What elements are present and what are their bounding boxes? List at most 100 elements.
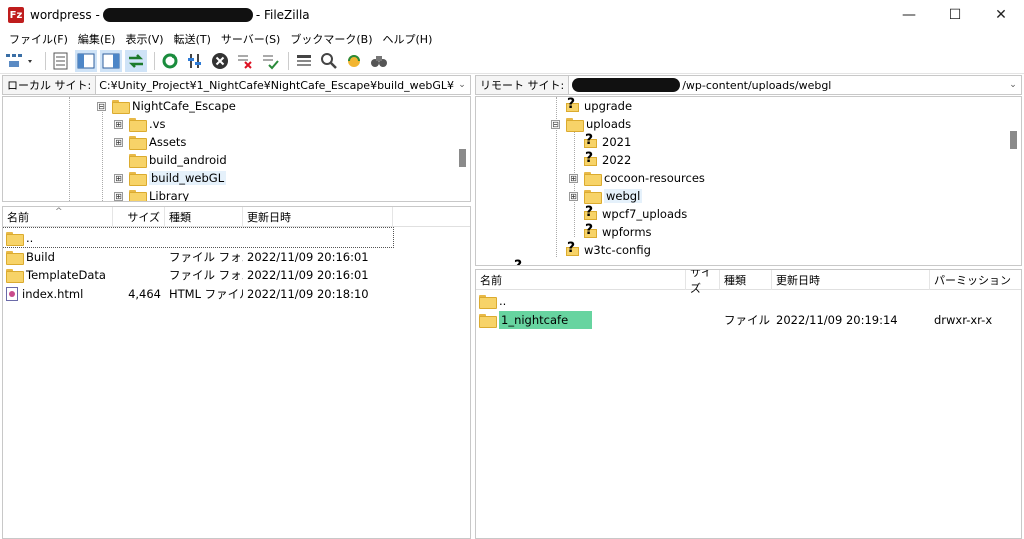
column-header-modified[interactable]: 更新日時 [772, 270, 930, 290]
cancel-operation-icon[interactable] [209, 50, 231, 72]
expand-icon[interactable]: ⊞ [114, 191, 123, 201]
tree-item-wpcf7-uploads[interactable]: ? wpcf7_uploads [582, 204, 687, 223]
local-site-dropdown-chevron-down-icon[interactable]: ⌄ [454, 76, 470, 94]
remote-site-bar: リモート サイト: /wp-content/uploads/webgl ⌄ [475, 75, 1022, 95]
local-file-list-header: 名前 ^ サイズ 種類 更新日時 [3, 207, 470, 227]
tree-item-webgl[interactable]: ⊞ webgl [569, 187, 643, 205]
unknown-folder-icon: ? [582, 204, 598, 221]
table-row[interactable]: .. [476, 291, 1021, 310]
file-name: TemplateData [26, 267, 106, 282]
column-header-modified[interactable]: 更新日時 [243, 207, 393, 227]
disconnect-icon[interactable] [234, 50, 256, 72]
refresh-icon[interactable] [159, 50, 181, 72]
redacted-remote-host [572, 78, 681, 92]
tree-item-label: w3tc-config [584, 243, 651, 257]
file-size [113, 247, 161, 266]
menu-bar: ファイル(F) 編集(E) 表示(V) 転送(T) サーバー(S) ブックマーク… [0, 30, 1024, 48]
table-row[interactable]: .. [3, 227, 394, 248]
file-permission: drwxr-xr-x [934, 312, 993, 327]
unknown-folder-icon: ? [564, 240, 580, 257]
menu-transfer[interactable]: 転送(T) [169, 31, 216, 47]
close-button[interactable]: ✕ [978, 0, 1024, 30]
local-directory-tree[interactable]: ⊟ NightCafe_Escape ⊞ .vs ⊞ Assets build_… [2, 96, 471, 202]
expand-icon[interactable]: ⊞ [114, 119, 123, 129]
column-header-permission[interactable]: パーミッション [930, 270, 1021, 290]
tree-item-cocoon-resources[interactable]: ⊞ cocoon-resources [569, 169, 705, 187]
menu-help[interactable]: ヘルプ(H) [378, 31, 438, 47]
tree-item-label: NightCafe_Escape [132, 99, 236, 113]
folder-icon [479, 294, 497, 309]
file-size [113, 265, 161, 284]
tree-item-vs[interactable]: ⊞ .vs [114, 115, 165, 133]
file-type: ファイル ... [724, 312, 772, 327]
tree-item-nightcafe-escape[interactable]: ⊟ NightCafe_Escape [97, 97, 236, 115]
column-header-size[interactable]: サイズ [686, 270, 720, 295]
menu-file[interactable]: ファイル(F) [4, 31, 73, 47]
tree-item-upgrade[interactable]: ? upgrade [564, 97, 632, 115]
file-name: .. [26, 230, 34, 245]
tree-item-2022[interactable]: ? 2022 [582, 150, 631, 169]
menu-edit[interactable]: 編集(E) [73, 31, 121, 47]
remote-site-path-suffix: /wp-content/uploads/webgl [682, 78, 832, 92]
local-tree-toggle-icon[interactable] [75, 49, 97, 72]
file-modified: 2022/11/09 20:16:01 [247, 249, 369, 264]
expand-icon[interactable]: ⊞ [569, 173, 578, 183]
search-remote-files-icon[interactable] [368, 50, 390, 72]
table-row[interactable]: 1_nightcafe ファイル ... 2022/11/09 20:19:14… [476, 310, 1021, 329]
table-row[interactable]: index.html 4,464 HTML ファイル 2022/11/09 20… [3, 284, 470, 303]
tree-item-assets[interactable]: ⊞ Assets [114, 133, 186, 151]
minimize-button[interactable]: — [886, 0, 932, 30]
compare-directories-icon[interactable] [318, 50, 340, 72]
folder-icon [566, 118, 584, 132]
tree-item-build-android[interactable]: build_android [114, 151, 227, 169]
window-title-prefix: wordpress - [30, 8, 100, 22]
tree-item-uploads[interactable]: ⊟ uploads [551, 115, 631, 133]
file-modified: 2022/11/09 20:18:10 [247, 286, 369, 301]
remote-site-path-input[interactable]: /wp-content/uploads/webgl [568, 76, 1005, 94]
column-header-type[interactable]: 種類 [720, 270, 772, 290]
toolbar-separator [45, 51, 46, 70]
site-manager-icon[interactable] [4, 50, 38, 72]
local-site-path-input[interactable]: C:¥Unity_Project¥1_NightCafe¥NightCafe_E… [95, 76, 454, 94]
process-queue-icon[interactable] [184, 50, 206, 72]
remote-site-dropdown-chevron-down-icon[interactable]: ⌄ [1005, 76, 1021, 94]
tree-item-label: uploads [586, 117, 632, 131]
menu-server[interactable]: サーバー(S) [216, 31, 285, 47]
toolbar-separator [288, 51, 289, 70]
tree-item-label: build_webGL [149, 171, 227, 185]
tree-item-w3tc-config[interactable]: ? w3tc-config [564, 240, 651, 259]
tree-item-label: Assets [149, 135, 187, 149]
reconnect-icon[interactable] [259, 50, 281, 72]
expand-icon[interactable]: ⊞ [114, 137, 123, 147]
window-title-suffix: - FileZilla [255, 8, 310, 22]
directory-listing-filter-icon[interactable] [293, 50, 315, 72]
column-header-size[interactable]: サイズ [113, 207, 165, 227]
tree-item-build-webgl[interactable]: ⊞ build_webGL [114, 169, 227, 187]
remote-tree-toggle-icon[interactable] [100, 49, 122, 72]
remote-tree-scrollbar-thumb[interactable] [1010, 131, 1017, 149]
synchronized-browsing-icon[interactable] [343, 50, 365, 72]
tree-item-wpforms[interactable]: ? wpforms [582, 222, 652, 241]
tree-item-partial[interactable]: ? [511, 258, 531, 265]
local-file-list[interactable]: 名前 ^ サイズ 種類 更新日時 .. Build ファイル フォル... 20… [2, 206, 471, 539]
menu-view[interactable]: 表示(V) [120, 31, 168, 47]
table-row[interactable]: TemplateData ファイル フォル... 2022/11/09 20:1… [3, 265, 470, 284]
tree-item-label: webgl [604, 189, 643, 203]
expand-icon[interactable]: ⊞ [114, 173, 123, 183]
remote-file-list[interactable]: 名前 サイズ 種類 更新日時 パーミッション .. 1_nightcafe ファ… [475, 269, 1022, 539]
unknown-folder-icon: ? [564, 97, 580, 113]
message-log-toggle-icon[interactable] [50, 50, 72, 72]
tree-item-library[interactable]: ⊞ Library [114, 187, 189, 201]
table-row[interactable]: Build ファイル フォル... 2022/11/09 20:16:01 [3, 247, 470, 266]
collapse-icon[interactable]: ⊟ [551, 119, 560, 129]
menu-bookmarks[interactable]: ブックマーク(B) [285, 31, 377, 47]
tree-item-2021[interactable]: ? 2021 [582, 132, 631, 151]
column-header-type[interactable]: 種類 [165, 207, 243, 227]
transfer-queue-toggle-icon[interactable] [125, 49, 147, 72]
local-tree-scrollbar-thumb[interactable] [459, 149, 466, 167]
expand-icon[interactable]: ⊞ [569, 191, 578, 201]
maximize-button[interactable]: ☐ [932, 0, 978, 30]
column-header-name[interactable]: 名前 [476, 270, 686, 290]
collapse-icon[interactable]: ⊟ [97, 101, 106, 111]
remote-directory-tree[interactable]: ? upgrade ⊟ uploads ? 2021 ? 2022 ⊞ coco… [475, 96, 1022, 266]
